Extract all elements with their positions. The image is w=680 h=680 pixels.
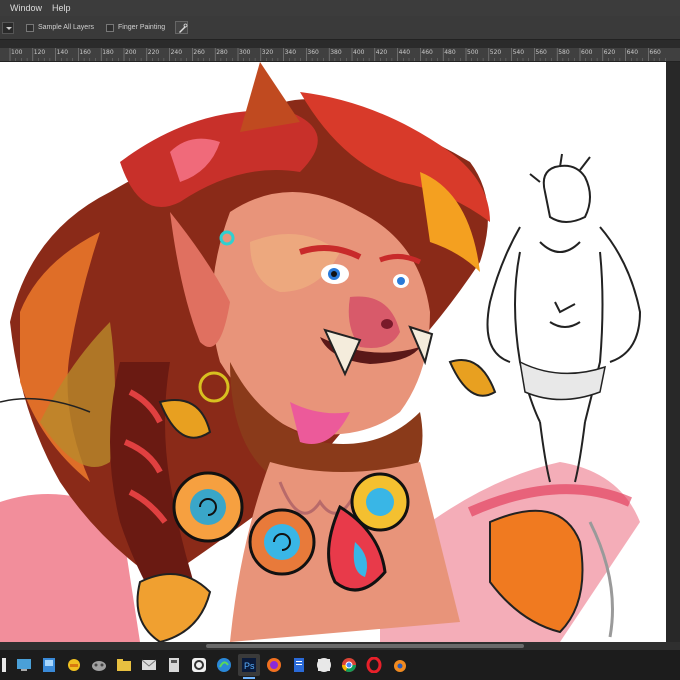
canvas[interactable] (0, 62, 666, 642)
horizontal-scrollbar[interactable] (0, 642, 680, 650)
chrome-icon[interactable] (338, 654, 360, 676)
ruler-tick-label: 280 (216, 49, 228, 56)
ruler-tick-label: 480 (444, 49, 456, 56)
ruler-tick-label: 520 (489, 49, 502, 56)
menu-window[interactable]: Window (0, 0, 47, 16)
ruler-tick-label: 360 (307, 49, 319, 56)
ruler-tick-label: 100 (11, 49, 23, 56)
ruler-tick-label: 340 (284, 49, 297, 56)
ruler-tick-label: 220 (147, 49, 160, 56)
finger-painting-checkbox[interactable] (106, 23, 115, 32)
maps-icon[interactable] (113, 654, 135, 676)
tool-options-bar: Sample All Layers Finger Painting (0, 16, 680, 40)
ruler-tick-label: 640 (626, 49, 639, 56)
files-app-icon[interactable] (63, 654, 85, 676)
mail-icon[interactable] (163, 654, 185, 676)
menu-help[interactable]: Help (47, 0, 76, 16)
blender-icon[interactable] (388, 654, 410, 676)
ruler-tick-label: 160 (79, 49, 91, 56)
ruler-tick-label: 240 (170, 49, 183, 56)
toolbar-gap (0, 40, 680, 48)
ruler-tick-label: 420 (375, 49, 388, 56)
ruler-tick-label: 540 (512, 49, 525, 56)
notepad-icon[interactable] (313, 654, 335, 676)
ruler-tick-label: 600 (581, 49, 593, 56)
ruler-tick-label: 580 (558, 49, 570, 56)
ruler-tick-label: 200 (125, 49, 137, 56)
photoshop-window: Window Help Sample All Layers Finger Pai… (0, 0, 680, 680)
task-view-icon[interactable] (38, 654, 60, 676)
sample-all-layers-checkbox[interactable] (26, 23, 34, 32)
artwork-painting (0, 62, 642, 642)
ruler-tick-label: 620 (603, 49, 616, 56)
calculator-icon[interactable] (188, 654, 210, 676)
sample-all-layers-label: Sample All Layers (38, 24, 95, 31)
game-icon[interactable] (88, 654, 110, 676)
edge-browser-icon[interactable]: Ps (238, 654, 260, 679)
taskbar: Ps (0, 650, 680, 680)
ruler-tick-label: 400 (353, 49, 365, 56)
ruler-tick-label: 120 (33, 49, 46, 56)
photoshop-icon[interactable] (263, 654, 285, 676)
ruler-tick-label: 380 (330, 49, 342, 56)
ruler-tick-label: 300 (239, 49, 251, 56)
ruler-tick-label: 260 (193, 49, 205, 56)
ruler-tick-label: 560 (535, 49, 547, 56)
ruler-tick-label: 140 (56, 49, 69, 56)
chat-app-icon[interactable] (213, 654, 235, 676)
firefox-icon[interactable] (288, 654, 310, 676)
sample-all-layers-option[interactable]: Sample All Layers (26, 23, 95, 32)
brush-preset-dropdown[interactable] (2, 21, 14, 34)
finger-painting-option[interactable]: Finger Painting (106, 23, 166, 32)
start-edge-icon[interactable] (0, 654, 10, 676)
ruler-tick-label: 180 (102, 49, 114, 56)
svg-text:Ps: Ps (244, 661, 255, 671)
ruler-tick-label: 440 (398, 49, 411, 56)
opera-icon[interactable] (363, 654, 385, 676)
scrollbar-thumb[interactable] (206, 644, 524, 648)
ruler-tick-label: 500 (467, 49, 479, 56)
pressure-brush-icon[interactable] (175, 21, 189, 34)
file-explorer-icon[interactable] (138, 654, 160, 676)
ruler-tick-label: 460 (421, 49, 433, 56)
horizontal-ruler: 100 120 140 160 180 200 220 240 260 280 300 320 340 3… (0, 48, 680, 62)
document-area[interactable] (0, 62, 680, 642)
ruler-tick-label: 320 (261, 49, 274, 56)
ruler-tick-label: 660 (649, 49, 661, 56)
finger-painting-label: Finger Painting (118, 24, 166, 31)
desktop-icon[interactable] (13, 654, 35, 676)
menu-bar: Window Help (0, 0, 680, 16)
